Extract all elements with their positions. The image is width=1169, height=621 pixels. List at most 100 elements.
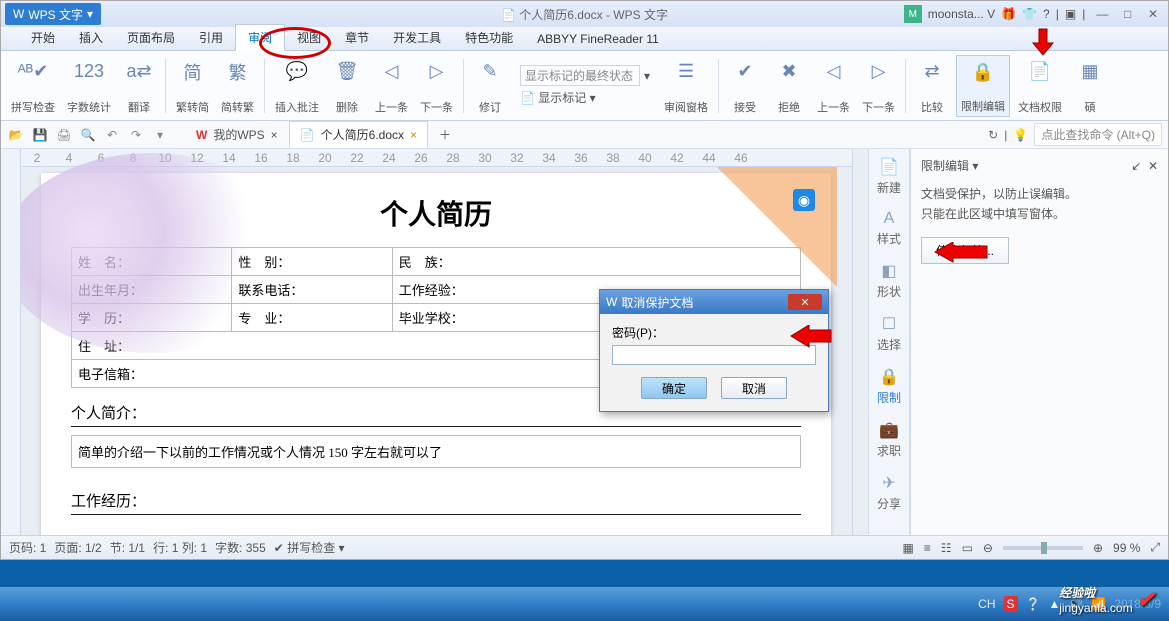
sb-share[interactable]: ✈分享 (877, 473, 901, 512)
zoom-level[interactable]: 99 % (1113, 541, 1140, 555)
view-read-icon[interactable]: ▭ (962, 541, 973, 555)
zoom-out-button[interactable]: ⊖ (983, 541, 993, 555)
intro-text: 简单的介绍一下以前的工作情况或个人情况 150 字左右就可以了 (71, 435, 801, 468)
tab-start[interactable]: 开始 (19, 25, 67, 50)
scrollbar-vertical[interactable] (852, 149, 868, 535)
panel-text: 文档受保护，以防止误编辑。 只能在此区域中填写窗体。 (921, 184, 1158, 225)
qa-dropdown-icon[interactable]: ▾ (151, 126, 169, 144)
dialog-title: 取消保护文档 (621, 294, 693, 311)
tab-page-layout[interactable]: 页面布局 (115, 25, 187, 50)
ribbon-toggle-icon[interactable]: ▣ (1065, 7, 1076, 21)
sb-job[interactable]: 💼求职 (877, 420, 901, 459)
tab-devtools[interactable]: 开发工具 (381, 25, 453, 50)
rb-reject[interactable]: ✖拒绝 (769, 55, 809, 117)
location-pin-icon[interactable]: ◉ (793, 189, 815, 211)
quick-access-bar: 📂 💾 🖨 🔍 ↶ ↷ ▾ W我的WPS× 📄个人简历6.docx× ＋ ↻ |… (1, 121, 1168, 149)
doctab-mywps[interactable]: W我的WPS× (185, 121, 289, 148)
rb-wordcount[interactable]: 123字数统计 (63, 55, 115, 117)
dialog-cancel-button[interactable]: 取消 (721, 377, 787, 399)
qa-preview-icon[interactable]: 🔍 (79, 126, 97, 144)
zoom-slider[interactable] (1003, 546, 1083, 550)
rb-translate[interactable]: a⇄翻译 (119, 55, 159, 117)
rb-prev[interactable]: ◁上一条 (371, 55, 412, 117)
search-command-box[interactable]: 点此查找命令 (Alt+Q) (1034, 123, 1162, 146)
tray-sogou-icon[interactable]: S (1004, 596, 1018, 612)
watermark-check-icon: ✔ (1137, 587, 1155, 613)
watermark: 经验啦 jingyanla.com ✔ (1059, 584, 1155, 615)
qa-save-icon[interactable]: 💾 (31, 126, 49, 144)
status-line[interactable]: 行: 1 列: 1 (153, 539, 207, 556)
rb-revise[interactable]: ✎修订 (470, 55, 510, 117)
tab-chapter[interactable]: 章节 (333, 25, 381, 50)
status-bar: 页码: 1 页面: 1/2 节: 1/1 行: 1 列: 1 字数: 355 ✔… (1, 535, 1168, 559)
rb-restrict-edit[interactable]: 🔒限制编辑 (956, 55, 1010, 117)
rb-accept[interactable]: ✔接受 (725, 55, 765, 117)
status-spell[interactable]: 拼写检查 (287, 541, 335, 555)
sb-shape[interactable]: ◧形状 (877, 261, 901, 300)
tab-review[interactable]: 审阅 (235, 24, 285, 51)
panel-undock-icon[interactable]: ↙ (1131, 159, 1141, 173)
qa-undo-icon[interactable]: ↶ (103, 126, 121, 144)
help-icon[interactable]: ? (1043, 7, 1050, 21)
side-iconbar: 📄新建 A样式 ◧形状 ☐选择 🔒限制 💼求职 ✈分享 ⚙ (868, 149, 910, 535)
status-pages[interactable]: 页面: 1/2 (54, 539, 101, 556)
minimize-button[interactable]: — (1091, 7, 1113, 21)
tab-special[interactable]: 特色功能 (453, 25, 525, 50)
status-page[interactable]: 页码: 1 (9, 539, 46, 556)
rb-track-state[interactable]: 显示标记的最终状态 (520, 65, 640, 86)
rb-review-pane[interactable]: ☰审阅窗格 (660, 55, 712, 117)
panel-close-icon[interactable]: ✕ (1148, 159, 1158, 173)
qa-redo-icon[interactable]: ↷ (127, 126, 145, 144)
sb-style[interactable]: A样式 (877, 210, 901, 247)
doctab-doc[interactable]: 📄个人简历6.docx× (289, 121, 428, 148)
password-label: 密码(P)： (612, 324, 816, 341)
tray-ime[interactable]: CH (978, 597, 995, 611)
app-menu-button[interactable]: W WPS 文字 ▾ (5, 3, 101, 25)
qa-print-icon[interactable]: 🖨 (55, 126, 73, 144)
gift-icon[interactable]: 🎁 (1001, 7, 1016, 21)
rb-next[interactable]: ▷下一条 (416, 55, 457, 117)
status-words[interactable]: 字数: 355 (215, 539, 266, 556)
user-avatar[interactable]: M (904, 5, 922, 23)
tray-help-icon[interactable]: ❔ (1026, 597, 1041, 611)
rb-tcconv[interactable]: 繁简转繁 (217, 55, 258, 117)
wps-dialog-icon: W (606, 295, 617, 309)
rb-compare[interactable]: ⇄比较 (912, 55, 952, 117)
fullscreen-icon[interactable]: ⤢ (1150, 540, 1160, 555)
shirt-icon[interactable]: 👕 (1022, 7, 1037, 21)
doctab-add[interactable]: ＋ (428, 121, 462, 148)
rb-next2[interactable]: ▷下一条 (858, 55, 899, 117)
resume-heading: 个人简历 (71, 193, 801, 233)
rb-spellcheck[interactable]: ᴬᴮ✔拼写检查 (7, 55, 59, 117)
ruler-vertical (1, 149, 21, 535)
tab-abbyy[interactable]: ABBYY FineReader 11 (525, 28, 671, 50)
qa-cloud-icon[interactable]: ↻ (988, 128, 998, 142)
tab-references[interactable]: 引用 (187, 25, 235, 50)
status-section[interactable]: 节: 1/1 (110, 539, 145, 556)
tab-view[interactable]: 视图 (285, 25, 333, 50)
zoom-in-button[interactable]: ⊕ (1093, 541, 1103, 555)
maximize-button[interactable]: □ (1117, 7, 1139, 21)
qa-open-icon[interactable]: 📂 (7, 126, 25, 144)
rb-scconv[interactable]: 简繁转简 (172, 55, 213, 117)
close-button[interactable]: ✕ (1142, 7, 1164, 21)
rb-show-markup[interactable]: 📄 显示标记 ▾ (520, 89, 596, 106)
rb-insert-comment[interactable]: 💬插入批注 (271, 55, 323, 117)
sb-restrict[interactable]: 🔒限制 (877, 367, 901, 406)
view-web-icon[interactable]: ☷ (941, 541, 952, 555)
tab-insert[interactable]: 插入 (67, 25, 115, 50)
rb-doc-perm[interactable]: 📄文档权限 (1014, 55, 1066, 117)
password-input[interactable] (612, 345, 816, 365)
sb-select[interactable]: ☐选择 (877, 314, 901, 353)
sb-new[interactable]: 📄新建 (877, 157, 901, 196)
rb-hard[interactable]: ▦碩 (1070, 55, 1110, 117)
user-name-label[interactable]: moonsta... V (928, 7, 995, 21)
rb-prev2[interactable]: ◁上一条 (813, 55, 854, 117)
view-outline-icon[interactable]: ≡ (924, 541, 931, 555)
dialog-ok-button[interactable]: 确定 (641, 377, 707, 399)
annotation-arrow-password (789, 325, 833, 349)
view-print-icon[interactable]: ▦ (902, 541, 913, 555)
rb-delete[interactable]: 🗑删除 (327, 55, 367, 117)
dialog-close-button[interactable]: ✕ (788, 294, 822, 310)
ribbon: ᴬᴮ✔拼写检查 123字数统计 a⇄翻译 简繁转简 繁简转繁 💬插入批注 🗑删除… (1, 51, 1168, 121)
